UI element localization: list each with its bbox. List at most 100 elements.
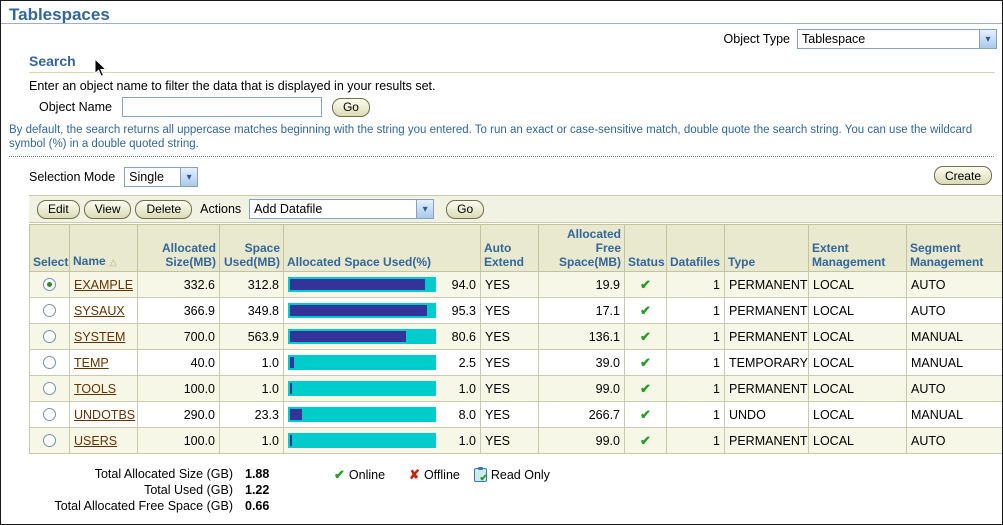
cell-name: UNDOTBS <box>70 402 138 428</box>
table-row: SYSAUX 366.9 349.8 95.3 YES 17.1 ✔ 1 PER… <box>30 298 1003 324</box>
online-check-icon: ✔ <box>640 407 651 422</box>
tablespace-name-link[interactable]: USERS <box>74 434 117 448</box>
total-allocated-value: 1.88 <box>245 466 269 482</box>
tablespace-name-link[interactable]: SYSTEM <box>74 330 125 344</box>
usage-bar-fill <box>290 409 302 420</box>
col-allocated-space-used-pct[interactable]: Allocated Space Used(%) <box>284 225 481 272</box>
row-select-radio[interactable] <box>43 278 56 291</box>
chevron-down-icon[interactable]: ▾ <box>180 168 197 186</box>
cell-space-used: 312.8 <box>220 272 284 298</box>
row-select-radio[interactable] <box>43 382 56 395</box>
cell-extent-management: LOCAL <box>809 298 907 324</box>
tablespaces-tbody: EXAMPLE 332.6 312.8 94.0 YES 19.9 ✔ 1 PE… <box>30 272 1003 454</box>
chevron-down-icon[interactable]: ▾ <box>416 200 433 218</box>
table-row: TEMP 40.0 1.0 2.5 YES 39.0 ✔ 1 TEMPORARY… <box>30 350 1003 376</box>
col-select: Select <box>30 225 70 272</box>
usage-pct-value: 80.6 <box>452 330 476 344</box>
cell-allocated-size: 366.9 <box>138 298 220 324</box>
online-check-icon: ✔ <box>640 277 651 292</box>
cell-segment-management: MANUAL <box>907 324 1003 350</box>
cell-select <box>30 376 70 402</box>
cell-auto-extend: YES <box>481 402 539 428</box>
create-button[interactable]: Create <box>934 166 992 185</box>
cell-name: TEMP <box>70 350 138 376</box>
cell-space-used: 1.0 <box>220 428 284 454</box>
cell-allocated-space-used-pct: 8.0 <box>284 402 481 428</box>
cell-allocated-size: 700.0 <box>138 324 220 350</box>
legend-offline-label: Offline <box>424 468 460 482</box>
col-space-used[interactable]: Space Used(MB) <box>220 225 284 272</box>
online-check-icon: ✔ <box>640 381 651 396</box>
search-hint: By default, the search returns all upper… <box>9 123 994 151</box>
cell-select <box>30 428 70 454</box>
cell-allocated-free-space: 266.7 <box>539 402 625 428</box>
col-extent-management[interactable]: Extent Management <box>809 225 907 272</box>
cell-select <box>30 272 70 298</box>
cell-status: ✔ <box>625 402 667 428</box>
tablespace-name-link[interactable]: UNDOTBS <box>74 408 135 422</box>
row-select-radio[interactable] <box>43 304 56 317</box>
cell-type: PERMANENT <box>725 376 809 402</box>
row-select-radio[interactable] <box>43 434 56 447</box>
cell-allocated-free-space: 99.0 <box>539 376 625 402</box>
usage-bar-track <box>288 303 436 318</box>
col-name[interactable]: Name△ <box>70 225 138 272</box>
col-allocated-size[interactable]: Allocated Size(MB) <box>138 225 220 272</box>
tablespace-name-link[interactable]: TOOLS <box>74 382 116 396</box>
actions-value: Add Datafile <box>250 202 416 216</box>
delete-button[interactable]: Delete <box>135 200 192 219</box>
cell-extent-management: LOCAL <box>809 324 907 350</box>
status-legend: ✔Online ✘Offline ✔Read Only <box>334 467 550 483</box>
cell-datafiles: 1 <box>667 402 725 428</box>
cell-type: PERMANENT <box>725 324 809 350</box>
tablespaces-page: Tablespaces Object Type Tablespace ▾ Sea… <box>0 0 1003 525</box>
actions-go-button[interactable]: Go <box>446 200 484 219</box>
row-select-radio[interactable] <box>43 356 56 369</box>
actions-select[interactable]: Add Datafile ▾ <box>249 199 434 219</box>
cell-allocated-free-space: 17.1 <box>539 298 625 324</box>
chevron-down-icon[interactable]: ▾ <box>979 30 996 48</box>
cell-allocated-size: 290.0 <box>138 402 220 428</box>
table-row: TOOLS 100.0 1.0 1.0 YES 99.0 ✔ 1 PERMANE… <box>30 376 1003 402</box>
cell-datafiles: 1 <box>667 324 725 350</box>
total-used-label: Total Used (GB) <box>1 482 233 498</box>
cell-allocated-space-used-pct: 94.0 <box>284 272 481 298</box>
object-type-select[interactable]: Tablespace ▾ <box>797 29 997 49</box>
search-go-button[interactable]: Go <box>332 98 370 117</box>
cell-allocated-size: 332.6 <box>138 272 220 298</box>
online-check-icon: ✔ <box>640 355 651 370</box>
usage-bar-track <box>288 433 436 448</box>
col-auto-extend[interactable]: Auto Extend <box>481 225 539 272</box>
col-allocated-free-space[interactable]: Allocated Free Space(MB) <box>539 225 625 272</box>
tablespace-name-link[interactable]: EXAMPLE <box>74 278 133 292</box>
table-row: EXAMPLE 332.6 312.8 94.0 YES 19.9 ✔ 1 PE… <box>30 272 1003 298</box>
tablespace-name-link[interactable]: SYSAUX <box>74 304 125 318</box>
selection-mode-select[interactable]: Single ▾ <box>124 167 198 187</box>
search-heading: Search <box>29 53 76 69</box>
title-divider <box>1 23 1002 24</box>
total-free-value: 0.66 <box>245 498 269 514</box>
edit-button[interactable]: Edit <box>37 200 80 219</box>
cell-select <box>30 350 70 376</box>
total-allocated-label: Total Allocated Size (GB) <box>1 466 233 482</box>
cell-type: PERMANENT <box>725 428 809 454</box>
cell-status: ✔ <box>625 324 667 350</box>
search-divider <box>29 72 995 73</box>
row-select-radio[interactable] <box>43 330 56 343</box>
row-select-radio[interactable] <box>43 408 56 421</box>
col-segment-management[interactable]: Segment Management <box>907 225 1003 272</box>
col-status[interactable]: Status <box>625 225 667 272</box>
col-datafiles[interactable]: Datafiles <box>667 225 725 272</box>
cell-status: ✔ <box>625 350 667 376</box>
view-button[interactable]: View <box>84 200 132 219</box>
cell-datafiles: 1 <box>667 272 725 298</box>
cell-auto-extend: YES <box>481 324 539 350</box>
tablespace-name-link[interactable]: TEMP <box>74 356 109 370</box>
cell-select <box>30 402 70 428</box>
actions-label: Actions <box>200 202 241 216</box>
col-type[interactable]: Type <box>725 225 809 272</box>
cell-allocated-space-used-pct: 1.0 <box>284 428 481 454</box>
cell-type: PERMANENT <box>725 298 809 324</box>
usage-pct-value: 2.5 <box>459 356 476 370</box>
object-name-input[interactable] <box>122 97 322 117</box>
